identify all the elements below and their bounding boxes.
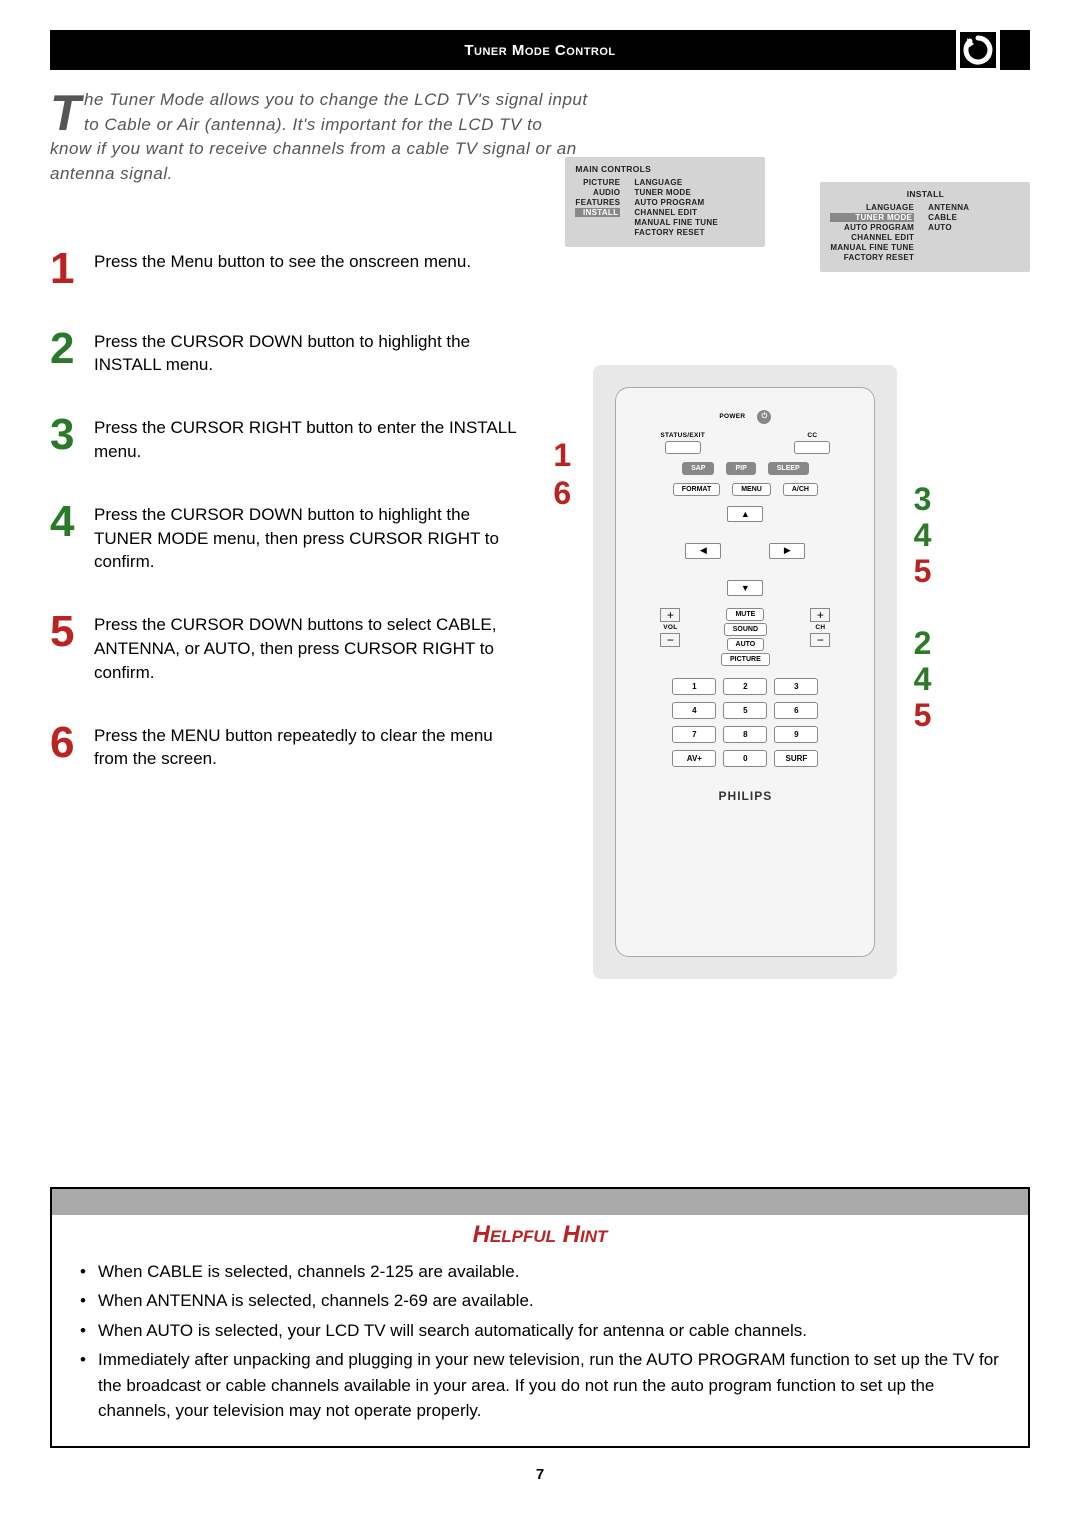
ch-label: CH xyxy=(815,624,825,631)
step-text: Press the CURSOR DOWN button to highligh… xyxy=(94,327,520,378)
step-text: Press the CURSOR RIGHT button to enter t… xyxy=(94,413,520,464)
menu-button: MENU xyxy=(732,483,771,496)
cursor-right-icon: ▶ xyxy=(769,543,805,559)
step-number: 2 xyxy=(50,327,94,378)
num-2-button: 2 xyxy=(723,678,767,695)
auto-button: AUTO xyxy=(727,638,765,651)
callout-6: 6 xyxy=(553,475,571,512)
header-icon xyxy=(956,28,1000,72)
num-0-button: 0 xyxy=(723,750,767,767)
cursor-pad: ▲ ▼ ◀ ▶ xyxy=(685,506,805,596)
surf-button: SURF xyxy=(774,750,818,767)
step-number: 6 xyxy=(50,721,94,772)
hint-item: When CABLE is selected, channels 2-125 a… xyxy=(80,1259,1000,1285)
num-6-button: 6 xyxy=(774,702,818,719)
cursor-up-icon: ▲ xyxy=(727,506,763,522)
callout-5: 5 xyxy=(914,553,932,590)
num-8-button: 8 xyxy=(723,726,767,743)
callout-5b: 5 xyxy=(914,697,932,734)
status-exit-button xyxy=(665,441,701,454)
step-item: 3Press the CURSOR RIGHT button to enter … xyxy=(50,413,520,464)
step-number: 5 xyxy=(50,610,94,684)
cursor-left-icon: ◀ xyxy=(685,543,721,559)
onscreen-menu-main: MAIN CONTROLS PICTURE AUDIO FEATURES INS… xyxy=(565,157,765,247)
hint-bar xyxy=(52,1189,1028,1215)
num-5-button: 5 xyxy=(723,702,767,719)
cc-button xyxy=(794,441,830,454)
ch-minus-icon: − xyxy=(810,633,830,647)
step-item: 2Press the CURSOR DOWN button to highlig… xyxy=(50,327,520,378)
hint-item: When AUTO is selected, your LCD TV will … xyxy=(80,1318,1000,1344)
step-text: Press the MENU button repeatedly to clea… xyxy=(94,721,520,772)
sleep-button: SLEEP xyxy=(768,462,809,475)
onscreen-menu-install: INSTALL LANGUAGE TUNER MODE AUTO PROGRAM… xyxy=(820,182,1030,272)
hint-list: When CABLE is selected, channels 2-125 a… xyxy=(52,1259,1028,1446)
step-item: 5Press the CURSOR DOWN buttons to select… xyxy=(50,610,520,684)
helpful-hint-box: Helpful Hint When CABLE is selected, cha… xyxy=(50,1187,1030,1448)
num-4-button: 4 xyxy=(672,702,716,719)
sap-button: SAP xyxy=(682,462,714,475)
callout-4: 4 xyxy=(914,517,932,554)
vol-plus-icon: + xyxy=(660,608,680,622)
page-title: Tuner Mode Control xyxy=(464,42,615,59)
callout-4b: 4 xyxy=(914,661,932,698)
dropcap: T xyxy=(50,88,84,135)
step-item: 6Press the MENU button repeatedly to cle… xyxy=(50,721,520,772)
number-pad: 1 2 3 4 5 6 7 8 9 AV+ 0 SURF xyxy=(672,678,818,767)
cursor-down-icon: ▼ xyxy=(727,580,763,596)
cc-label: CC xyxy=(807,432,817,439)
num-1-button: 1 xyxy=(672,678,716,695)
num-7-button: 7 xyxy=(672,726,716,743)
hint-item: When ANTENNA is selected, channels 2-69 … xyxy=(80,1288,1000,1314)
ach-button: A/CH xyxy=(783,483,818,496)
status-exit-label: STATUS/EXIT xyxy=(660,432,705,439)
brand-logo: PHILIPS xyxy=(719,789,773,803)
av-plus-button: AV+ xyxy=(672,750,716,767)
callout-1: 1 xyxy=(553,437,571,474)
pip-button: PIP xyxy=(726,462,755,475)
header-bar: Tuner Mode Control xyxy=(50,30,1030,70)
power-button-icon: ⏻ xyxy=(757,410,771,424)
step-item: 1Press the Menu button to see the onscre… xyxy=(50,247,520,291)
remote-diagram: POWER ⏻ STATUS/EXIT CC SAP PIP SLEEP FORMAT… xyxy=(615,387,875,957)
format-button: FORMAT xyxy=(673,483,720,496)
ch-plus-icon: + xyxy=(810,608,830,622)
step-text: Press the Menu button to see the onscree… xyxy=(94,247,471,291)
menu-title: INSTALL xyxy=(830,189,1020,199)
sound-button: SOUND xyxy=(724,623,767,636)
step-number: 3 xyxy=(50,413,94,464)
hint-item: Immediately after unpacking and plugging… xyxy=(80,1347,1000,1424)
callout-3: 3 xyxy=(914,481,932,518)
hint-title: Helpful Hint xyxy=(52,1221,1028,1249)
num-9-button: 9 xyxy=(774,726,818,743)
page-number: 7 xyxy=(50,1466,1030,1483)
intro-paragraph: The Tuner Mode allows you to change the … xyxy=(50,88,589,187)
power-label: POWER xyxy=(719,413,745,420)
step-number: 1 xyxy=(50,247,94,291)
step-item: 4Press the CURSOR DOWN button to highlig… xyxy=(50,500,520,574)
picture-button: PICTURE xyxy=(721,653,770,666)
step-text: Press the CURSOR DOWN buttons to select … xyxy=(94,610,520,684)
callout-2: 2 xyxy=(914,625,932,662)
menu-title: MAIN CONTROLS xyxy=(575,164,755,174)
vol-minus-icon: − xyxy=(660,633,680,647)
steps-list: 1Press the Menu button to see the onscre… xyxy=(50,247,520,957)
vol-label: VOL xyxy=(663,624,677,631)
step-number: 4 xyxy=(50,500,94,574)
mute-button: MUTE xyxy=(726,608,764,621)
step-text: Press the CURSOR DOWN button to highligh… xyxy=(94,500,520,574)
num-3-button: 3 xyxy=(774,678,818,695)
